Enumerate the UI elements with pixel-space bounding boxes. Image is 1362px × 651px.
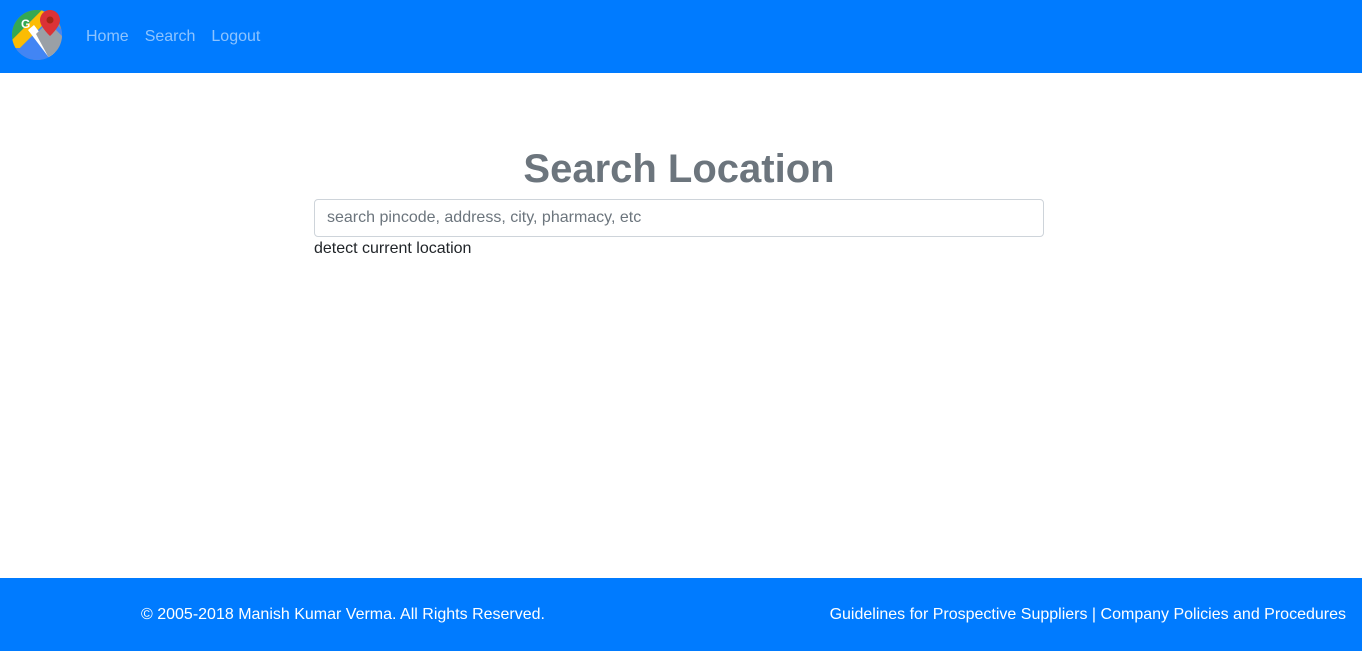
svg-text:G: G xyxy=(21,17,30,31)
footer-copyright: © 2005-2018 Manish Kumar Verma. All Righ… xyxy=(141,606,545,623)
nav-links: Home Search Logout xyxy=(86,0,260,73)
google-maps-logo-icon[interactable]: G xyxy=(12,10,62,60)
navbar: G Home Search Logout xyxy=(0,0,1362,73)
nav-search-link[interactable]: Search xyxy=(145,28,196,46)
guidelines-link[interactable]: Guidelines for Prospective Suppliers xyxy=(830,606,1088,623)
footer: © 2005-2018 Manish Kumar Verma. All Righ… xyxy=(0,578,1362,651)
footer-separator: | xyxy=(1091,606,1097,623)
search-section: Search Location detect current location xyxy=(314,140,1044,258)
policies-link[interactable]: Company Policies and Procedures xyxy=(1101,606,1346,623)
detect-current-location-link[interactable]: detect current location xyxy=(314,240,471,258)
nav-logout-link[interactable]: Logout xyxy=(211,28,260,46)
footer-links: Guidelines for Prospective Suppliers | C… xyxy=(830,606,1346,624)
nav-home-link[interactable]: Home xyxy=(86,28,129,46)
location-search-input[interactable] xyxy=(314,199,1044,237)
page-title: Search Location xyxy=(523,147,835,191)
